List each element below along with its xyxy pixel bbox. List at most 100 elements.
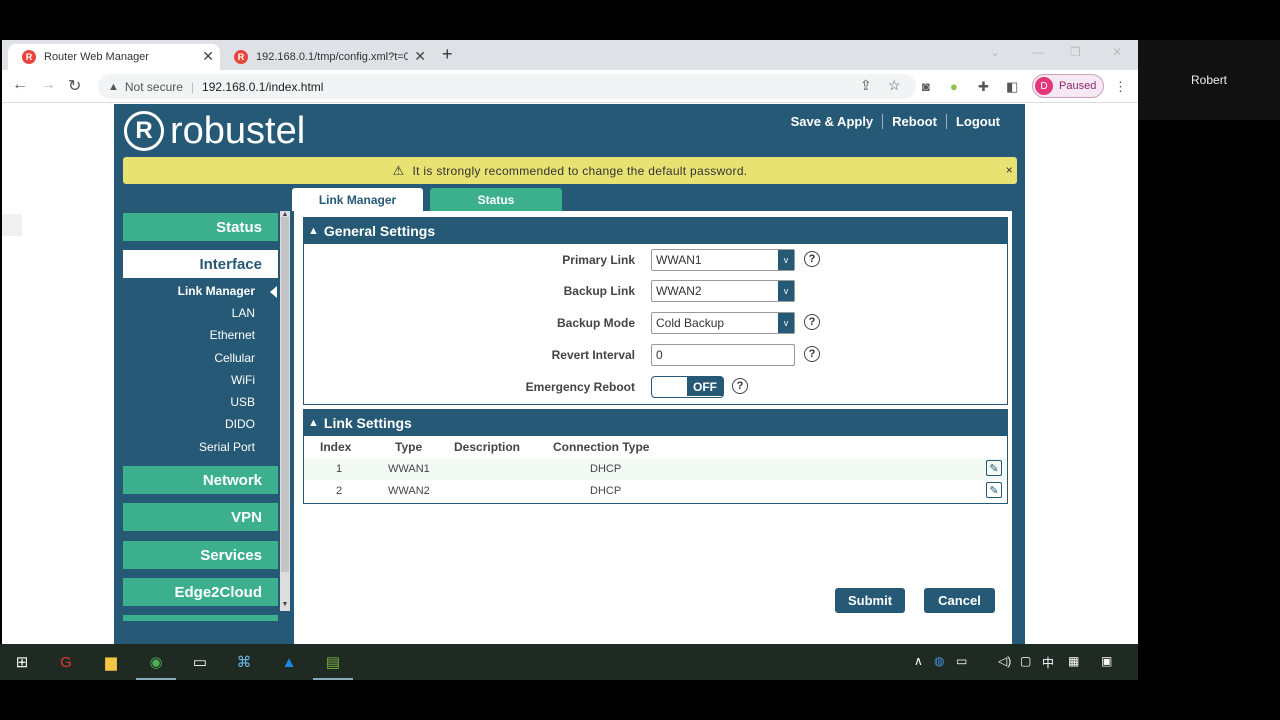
logo-wordmark: robustel — [170, 109, 306, 152]
sidebar-subitem-dido[interactable]: DIDO — [225, 417, 255, 431]
app-red-icon[interactable]: G — [56, 652, 76, 672]
sidebar-scrollbar[interactable] — [280, 211, 290, 611]
tab-router-web-manager[interactable]: R Router Web Manager ✕ — [8, 44, 220, 70]
terminal-icon[interactable]: ▭ — [190, 652, 210, 672]
emergency-reboot-label: Emergency Reboot — [525, 380, 635, 394]
close-window-icon[interactable]: ✕ — [1112, 45, 1122, 59]
cell-type: WWAN2 — [388, 485, 430, 497]
file-explorer-icon[interactable]: ▆ — [101, 652, 121, 672]
primary-link-value: WWAN1 — [656, 253, 702, 267]
camera-icon[interactable]: ◙ — [922, 79, 930, 94]
emergency-reboot-toggle[interactable]: OFF — [651, 376, 724, 398]
close-tab-icon[interactable]: ✕ — [202, 48, 214, 65]
chevron-down-icon[interactable]: v — [778, 250, 794, 270]
edit-icon[interactable]: ✎ — [986, 482, 1002, 498]
edit-icon[interactable]: ✎ — [986, 460, 1002, 476]
copyright-footer: Copyright © 2022 Robustel Technologies. … — [408, 626, 731, 640]
sidebar-item-vpn[interactable]: VPN — [123, 503, 278, 531]
windows-start-icon[interactable]: ⊞ — [12, 652, 32, 672]
tray-language[interactable]: 中 — [1042, 654, 1054, 671]
revert-interval-input[interactable]: 0 — [651, 344, 795, 366]
table-row: 1 WWAN1 DHCP ✎ — [304, 458, 1007, 480]
section-title: General Settings — [323, 223, 436, 239]
sidebar-item-interface[interactable]: Interface — [123, 250, 278, 278]
puzzle-icon[interactable]: ✚ — [978, 79, 989, 95]
tray-battery-icon[interactable]: ▭ — [956, 654, 967, 668]
help-icon[interactable]: ? — [732, 378, 748, 394]
sidebar-subitem-wifi[interactable]: WiFi — [231, 373, 255, 387]
cell-connection-type: DHCP — [590, 463, 622, 475]
logout-link[interactable]: Logout — [945, 114, 1009, 129]
notification-icon[interactable]: ▣ — [1101, 654, 1112, 668]
general-settings-header[interactable]: ▲ General Settings — [304, 218, 1007, 244]
sidebar-subitem-serial-port[interactable]: Serial Port — [199, 440, 255, 454]
scrollbar-thumb[interactable] — [281, 217, 289, 572]
scroll-up-icon[interactable]: ▲ — [280, 211, 290, 218]
chevron-down-icon[interactable]: v — [778, 313, 794, 333]
sidebar-subitem-ethernet[interactable]: Ethernet — [210, 328, 255, 342]
tab-status[interactable]: Status — [430, 188, 562, 211]
omnibox[interactable]: ▲ Not secure | 192.168.0.1/index.html ⇪ … — [98, 74, 916, 99]
minimize-icon[interactable]: — — [1032, 45, 1044, 59]
sidebar-item-network[interactable]: Network — [123, 466, 278, 494]
column-header-type: Type — [395, 440, 423, 454]
page-viewport: R robustel Save & Apply Reboot Logout ⚠ … — [2, 104, 1138, 644]
toggle-state: OFF — [687, 377, 723, 396]
help-icon[interactable]: ? — [804, 346, 820, 362]
reload-icon[interactable]: ↻ — [68, 76, 81, 96]
tray-chevron-up-icon[interactable]: ∧ — [914, 654, 923, 668]
submit-button[interactable]: Submit — [835, 588, 905, 613]
sidebar-subitem-usb[interactable]: USB — [230, 395, 255, 409]
chevron-down-icon[interactable]: v — [778, 281, 794, 301]
tab-link-manager[interactable]: Link Manager — [292, 188, 423, 211]
extension-green-icon[interactable]: ● — [950, 79, 958, 94]
tray-ime-grid-icon[interactable]: ▦ — [1068, 654, 1079, 668]
sidebar-subitem-link-manager[interactable]: Link Manager — [178, 284, 278, 298]
revert-interval-row: Revert Interval 0 ? — [304, 344, 1009, 366]
share-icon[interactable]: ⇪ — [860, 77, 872, 94]
new-tab-icon[interactable]: + — [442, 44, 453, 65]
close-tab-icon[interactable]: ✕ — [414, 48, 426, 65]
sidebar-subitem-lan[interactable]: LAN — [232, 306, 255, 320]
chrome-icon[interactable]: ◉ — [136, 652, 176, 680]
sidebar-item-edge2cloud[interactable]: Edge2Cloud — [123, 578, 278, 606]
alert-close-icon[interactable]: × — [1006, 163, 1013, 177]
scroll-down-icon[interactable]: ▼ — [280, 601, 290, 608]
maximize-icon[interactable]: ❐ — [1070, 45, 1081, 59]
warning-icon: ▲ — [108, 80, 119, 93]
menu-kebab-icon[interactable]: ⋮ — [1114, 79, 1127, 95]
tray-network-icon[interactable]: ▢ — [1020, 654, 1031, 668]
link-settings-section: ▲ Link Settings Index Type Description C… — [303, 409, 1008, 504]
tray-globe-icon[interactable]: ◍ — [934, 654, 944, 668]
bookmark-star-icon[interactable]: ☆ — [888, 77, 901, 94]
blue-app-icon[interactable]: ▲ — [279, 652, 299, 672]
help-icon[interactable]: ? — [804, 314, 820, 330]
sidebar-subitem-cellular[interactable]: Cellular — [214, 351, 255, 365]
sidebar-item-status[interactable]: Status — [123, 213, 278, 241]
user-label: Robert — [1191, 73, 1228, 87]
side-panel-icon[interactable]: ◧ — [1006, 79, 1018, 95]
tab-config-xml[interactable]: R 192.168.0.1/tmp/config.xml?t=0. ✕ — [220, 44, 432, 70]
backup-link-select[interactable]: WWAN2 v — [651, 280, 795, 302]
network-app-icon[interactable]: ⌘ — [234, 652, 254, 672]
router-app: R robustel Save & Apply Reboot Logout ⚠ … — [114, 104, 1025, 644]
backup-mode-select[interactable]: Cold Backup v — [651, 312, 795, 334]
reboot-link[interactable]: Reboot — [882, 114, 946, 129]
cancel-button[interactable]: Cancel — [924, 588, 995, 613]
collapse-caret-icon[interactable]: ▲ — [308, 417, 319, 429]
forward-icon[interactable]: → — [40, 76, 56, 94]
help-icon[interactable]: ? — [804, 251, 820, 267]
profile-button[interactable]: D Paused — [1032, 74, 1104, 98]
general-settings-section: ▲ General Settings Primary Link WWAN1 v … — [303, 217, 1008, 405]
tray-volume-icon[interactable]: ◁) — [998, 654, 1011, 668]
tab-search-icon[interactable]: ⌄ — [990, 45, 1000, 59]
primary-link-select[interactable]: WWAN1 v — [651, 249, 795, 271]
tab-title: Router Web Manager — [44, 51, 149, 63]
editor-app-icon[interactable]: ▤ — [313, 652, 353, 680]
omnibox-separator: | — [190, 79, 195, 94]
back-icon[interactable]: ← — [12, 76, 28, 94]
link-settings-header[interactable]: ▲ Link Settings — [304, 410, 1007, 436]
save-apply-link[interactable]: Save & Apply — [782, 114, 883, 129]
collapse-caret-icon[interactable]: ▲ — [308, 225, 319, 237]
sidebar-item-services[interactable]: Services — [123, 541, 278, 569]
